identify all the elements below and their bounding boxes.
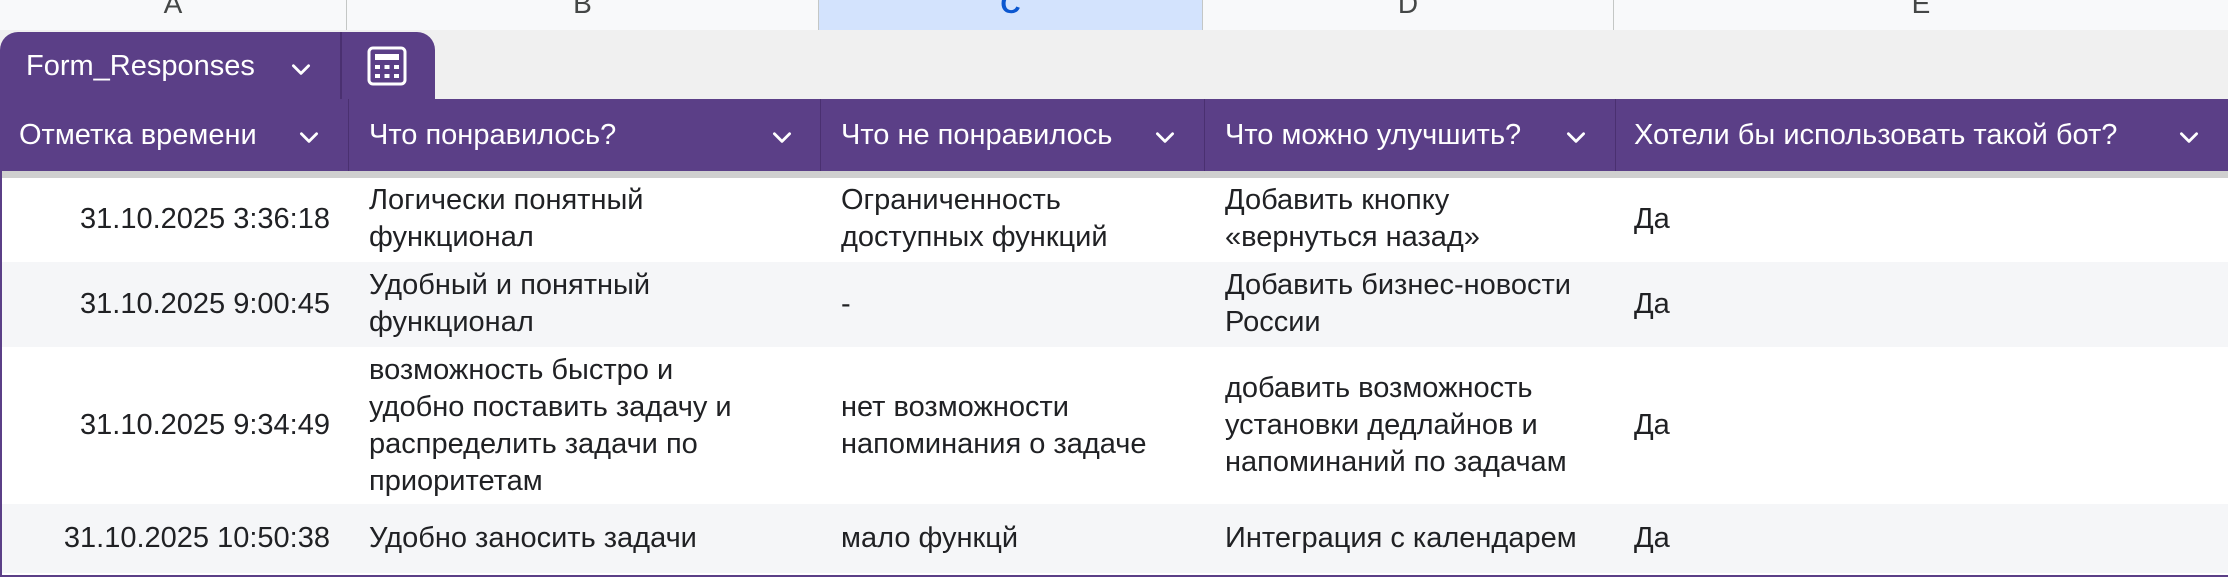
cell-would-use: Да <box>1634 522 1670 554</box>
cell-improve: добавить возможность установки дедлайнов … <box>1225 372 1567 478</box>
cell-would-use: Да <box>1634 288 1670 320</box>
cell-disliked: Ограниченность доступных функций <box>841 184 1108 253</box>
cell-disliked: мало функцй <box>841 522 1019 554</box>
header-label: Что можно улучшить? <box>1225 119 1522 151</box>
chevron-down-icon[interactable] <box>1152 124 1178 150</box>
header-label: Хотели бы использовать такой бот? <box>1634 119 2118 151</box>
header-liked[interactable]: Что понравилось? <box>349 99 820 171</box>
column-header-d[interactable]: D <box>1203 0 1614 30</box>
cell-liked: Удобно заносить задачи <box>369 522 697 554</box>
header-would-use[interactable]: Хотели бы использовать такой бот? <box>1616 99 2228 171</box>
cell-improve: Добавить бизнес-новости России <box>1225 269 1571 338</box>
table-row[interactable]: 31.10.2025 9:00:45 Удобный и понятный фун… <box>2 262 2228 347</box>
chevron-down-icon[interactable] <box>296 124 322 150</box>
header-label: Что не понравилось <box>841 119 1113 151</box>
cell-timestamp: 31.10.2025 9:00:45 <box>80 288 330 320</box>
tab-divider <box>340 32 342 99</box>
column-header-c[interactable]: C <box>819 0 1203 30</box>
cell-timestamp: 31.10.2025 10:50:38 <box>63 522 330 554</box>
chevron-down-icon[interactable] <box>2176 124 2202 150</box>
header-label: Что понравилось? <box>369 119 617 151</box>
table-header-row: Отметка времени Что понравилось? Что не … <box>2 99 2228 178</box>
cell-would-use: Да <box>1634 203 1670 235</box>
cell-improve: Добавить кнопку «вернуться назад» <box>1225 184 1480 253</box>
sheet-tab-name: Form_Responses <box>26 50 255 82</box>
column-header-e[interactable]: E <box>1614 0 2228 30</box>
column-letter-bar: A B C D E <box>0 0 2228 31</box>
cell-liked: возможность быстро и удобно поставить зад… <box>369 354 732 497</box>
table-row[interactable]: 31.10.2025 9:34:49 возможность быстро иу… <box>2 347 2228 504</box>
calculator-icon[interactable] <box>366 46 408 86</box>
responses-table: Отметка времени Что понравилось? Что не … <box>0 99 2228 577</box>
chevron-down-icon[interactable] <box>288 56 314 82</box>
cell-timestamp: 31.10.2025 9:34:49 <box>80 409 330 441</box>
cell-disliked: - <box>841 288 851 320</box>
cell-liked: Удобный и понятный функционал <box>369 269 651 338</box>
cell-would-use: Да <box>1634 409 1670 441</box>
cell-disliked: нет возможности напоминания о задаче <box>841 391 1147 460</box>
column-header-b[interactable]: B <box>347 0 819 30</box>
table-row[interactable]: 31.10.2025 3:36:18 Логически понятный фун… <box>2 178 2228 262</box>
cell-timestamp: 31.10.2025 3:36:18 <box>80 203 330 235</box>
table-tab-bar: Form_Responses <box>0 30 2228 99</box>
chevron-down-icon[interactable] <box>1563 124 1589 150</box>
header-disliked[interactable]: Что не понравилось <box>821 99 1204 171</box>
cell-improve: Интеграция с календарем <box>1225 522 1577 554</box>
header-timestamp[interactable]: Отметка времени <box>2 99 348 171</box>
column-header-a[interactable]: A <box>0 0 347 30</box>
sheet-tab[interactable]: Form_Responses <box>0 32 435 99</box>
cell-liked: Логически понятный функционал <box>369 184 644 253</box>
chevron-down-icon[interactable] <box>769 124 795 150</box>
header-improve[interactable]: Что можно улучшить? <box>1205 99 1615 171</box>
header-label: Отметка времени <box>19 119 257 151</box>
table-row[interactable]: 31.10.2025 10:50:38 Удобно заносить зада… <box>2 504 2228 573</box>
